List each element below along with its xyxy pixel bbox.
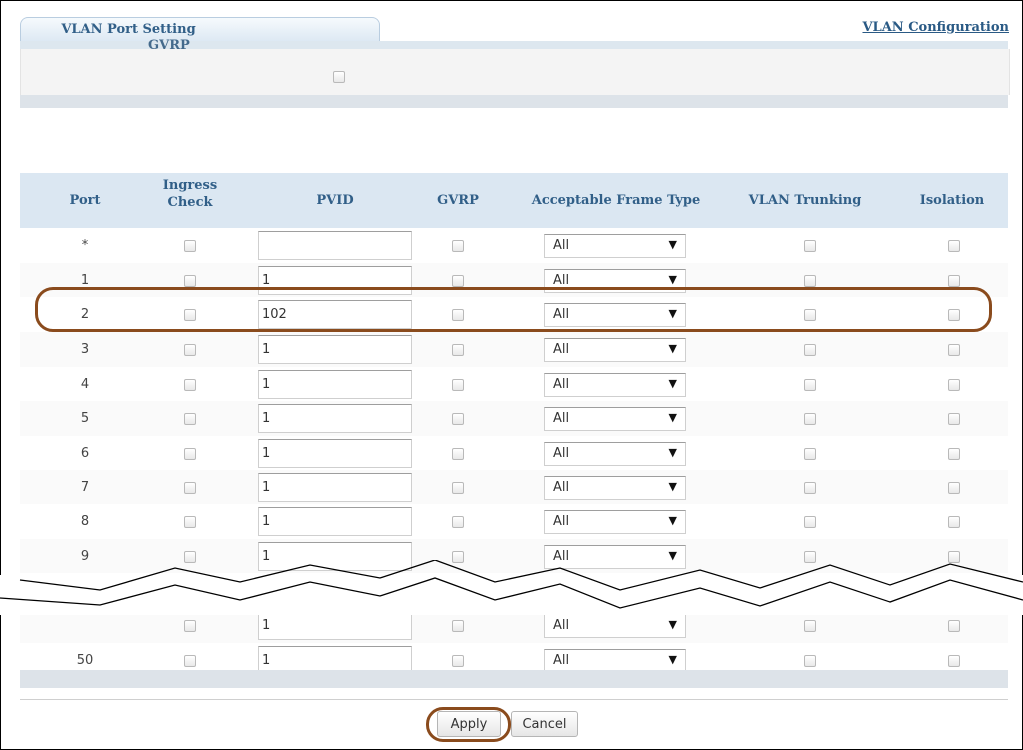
global-gvrp-label: GVRP <box>148 38 190 53</box>
table-row: 5 1 All ▼ <box>20 401 1008 437</box>
pvid-input[interactable]: 1 <box>258 507 412 536</box>
table-row: 7 1 All ▼ <box>20 470 1008 506</box>
global-gvrp-row <box>20 49 1010 95</box>
col-ingress-header: Ingress Check <box>162 178 218 210</box>
gvrp-checkbox[interactable] <box>428 367 488 402</box>
table-row: 3 1 All ▼ <box>20 332 1008 368</box>
vlan-trunking-checkbox[interactable] <box>780 436 840 471</box>
pvid-input[interactable]: 1 <box>258 370 412 399</box>
pvid-input[interactable]: 1 <box>258 473 412 502</box>
pvid-input[interactable] <box>258 231 412 260</box>
gvrp-checkbox[interactable] <box>428 332 488 367</box>
table-row: 4 1 All ▼ <box>20 367 1008 403</box>
vlan-configuration-link[interactable]: VLAN Configuration <box>862 20 1009 35</box>
chevron-down-icon: ▼ <box>668 377 677 390</box>
vlan-trunking-checkbox[interactable] <box>780 401 840 436</box>
gvrp-checkbox[interactable] <box>428 401 488 436</box>
ingress-check-checkbox[interactable] <box>160 470 220 505</box>
gvrp-checkbox[interactable] <box>428 436 488 471</box>
ingress-check-checkbox[interactable] <box>160 332 220 367</box>
table-header: Port Ingress Check PVID GVRP Acceptable F… <box>20 173 1008 229</box>
vlan-trunking-checkbox[interactable] <box>780 470 840 505</box>
isolation-checkbox[interactable] <box>924 436 984 471</box>
gvrp-checkbox[interactable] <box>428 504 488 539</box>
chevron-down-icon: ▼ <box>668 480 677 493</box>
col-isolation-header: Isolation <box>919 193 985 208</box>
gvrp-checkbox[interactable] <box>428 228 488 263</box>
ingress-check-checkbox[interactable] <box>160 401 220 436</box>
port-cell: 5 <box>80 411 90 426</box>
table-row: 6 1 All ▼ <box>20 436 1008 472</box>
ingress-check-checkbox[interactable] <box>160 504 220 539</box>
chevron-down-icon: ▼ <box>668 238 677 251</box>
col-gvrp-header: GVRP <box>437 193 479 208</box>
gvrp-checkbox[interactable] <box>428 470 488 505</box>
port-cell: 8 <box>80 514 90 529</box>
frame-type-select[interactable]: All▼ <box>544 510 686 534</box>
col-port-header: Port <box>69 193 101 208</box>
frame-type-select[interactable]: All▼ <box>544 338 686 362</box>
vlan-trunking-checkbox[interactable] <box>780 367 840 402</box>
frame-type-select[interactable]: All▼ <box>544 442 686 466</box>
port-cell: 4 <box>80 377 90 392</box>
table-row: * All ▼ <box>20 228 1008 264</box>
chevron-down-icon: ▼ <box>668 342 677 355</box>
pvid-input[interactable]: 1 <box>258 439 412 468</box>
pvid-input[interactable]: 1 <box>258 404 412 433</box>
table-footer-bar <box>20 670 1008 688</box>
ingress-check-checkbox[interactable] <box>160 436 220 471</box>
port-cell: * <box>81 238 89 253</box>
isolation-checkbox[interactable] <box>924 228 984 263</box>
isolation-checkbox[interactable] <box>924 504 984 539</box>
chevron-down-icon: ▼ <box>668 411 677 424</box>
col-pvid-header: PVID <box>316 193 354 208</box>
tab-label: VLAN Port Setting <box>61 22 196 37</box>
global-gvrp-checkbox[interactable] <box>333 68 345 87</box>
frame-type-select[interactable]: All▼ <box>544 476 686 500</box>
vlan-trunking-checkbox[interactable] <box>780 504 840 539</box>
frame-type-select[interactable]: All▼ <box>544 407 686 431</box>
table-break-indicator <box>0 560 1023 609</box>
frame-type-select[interactable]: All▼ <box>544 234 686 258</box>
chevron-down-icon: ▼ <box>668 514 677 527</box>
col-trunking-header: VLAN Trunking <box>748 193 862 208</box>
apply-highlight-callout <box>426 707 511 742</box>
vlan-trunking-checkbox[interactable] <box>780 332 840 367</box>
ingress-check-checkbox[interactable] <box>160 228 220 263</box>
isolation-checkbox[interactable] <box>924 401 984 436</box>
ingress-check-checkbox[interactable] <box>160 367 220 402</box>
section-divider <box>20 95 1008 108</box>
port-cell: 3 <box>80 342 90 357</box>
divider-line <box>20 699 1008 700</box>
col-frame-type-header: Acceptable Frame Type <box>531 193 701 208</box>
isolation-checkbox[interactable] <box>924 470 984 505</box>
cancel-button[interactable]: Cancel <box>511 711 578 737</box>
port-cell: 6 <box>80 446 90 461</box>
vlan-trunking-checkbox[interactable] <box>780 228 840 263</box>
pvid-input[interactable]: 1 <box>258 335 412 364</box>
port-2-highlight-callout <box>35 287 992 332</box>
isolation-checkbox[interactable] <box>924 367 984 402</box>
isolation-checkbox[interactable] <box>924 332 984 367</box>
port-cell: 7 <box>80 480 90 495</box>
chevron-down-icon: ▼ <box>668 653 677 666</box>
tab-vlan-port-setting[interactable]: VLAN Port Setting <box>20 17 380 42</box>
frame-type-select[interactable]: All▼ <box>544 373 686 397</box>
table-row: 8 1 All ▼ <box>20 504 1008 540</box>
chevron-down-icon: ▼ <box>668 446 677 459</box>
chevron-down-icon: ▼ <box>668 273 677 286</box>
